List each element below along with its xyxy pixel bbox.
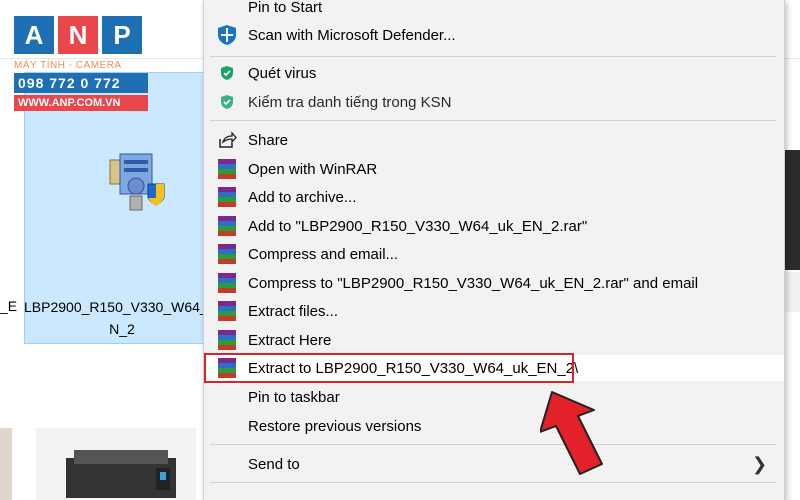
chevron-right-icon: ❯ (752, 453, 768, 474)
menu-item-add-to-archive[interactable]: Add to archive... (204, 184, 784, 210)
printer-thumbnail (36, 428, 196, 500)
logo-phone: 098 772 0 772 (14, 73, 148, 93)
logo-subtitle: MÁY TÍNH - CAMERA (14, 60, 122, 71)
menu-item-extract-files[interactable]: Extract files... (204, 298, 784, 324)
menu-item-scan-defender[interactable]: Scan with Microsoft Defender... (204, 22, 784, 48)
left-thumbnail-fragment (0, 428, 12, 500)
winrar-icon (216, 215, 238, 237)
menu-separator (210, 56, 776, 57)
kaspersky-shield-icon (216, 62, 238, 84)
menu-item-extract-here[interactable]: Extract Here (204, 327, 784, 353)
menu-item-compress-email[interactable]: Compress and email... (204, 241, 784, 267)
menu-item-pin-to-start[interactable]: Pin to Start (204, 0, 784, 20)
installer-file-icon (109, 153, 165, 211)
logo-letter-a: A (14, 16, 54, 54)
menu-item-restore-versions[interactable]: Restore previous versions (204, 413, 784, 439)
menu-separator (210, 120, 776, 121)
menu-item-compress-to-rar-email[interactable]: Compress to "LBP2900_R150_V330_W64_uk_EN… (204, 270, 784, 296)
menu-item-quet-virus[interactable]: Quét virus (204, 60, 784, 86)
share-icon (216, 129, 238, 151)
selected-file-name: LBP2900_R150_V330_W64_uk_E N_2 (24, 299, 240, 337)
winrar-icon (216, 186, 238, 208)
background-window-fragment-2 (784, 272, 800, 312)
kaspersky-shield-icon (216, 91, 238, 113)
previous-file-label: _E (0, 298, 18, 314)
winrar-icon (216, 243, 238, 265)
logo-letter-p: P (102, 16, 142, 54)
defender-shield-icon (216, 24, 238, 46)
red-pointer-arrow (540, 391, 603, 475)
winrar-icon (216, 272, 238, 294)
anp-logo: A N P MÁY TÍNH - CAMERA 098 772 0 772 WW… (14, 16, 150, 111)
menu-separator (210, 444, 776, 445)
highlight-box (204, 353, 574, 383)
background-window-fragment (784, 150, 800, 270)
menu-item-share[interactable]: Share (204, 127, 784, 153)
menu-item-open-winrar[interactable]: Open with WinRAR (204, 156, 784, 182)
winrar-icon (216, 329, 238, 351)
logo-letter-n: N (58, 16, 98, 54)
context-menu: Pin to Start Scan with Microsoft Defende… (203, 0, 785, 500)
menu-item-ksn-reputation[interactable]: Kiểm tra danh tiếng trong KSN (204, 89, 784, 115)
menu-item-send-to[interactable]: Send to ❯ (204, 451, 784, 477)
winrar-icon (216, 158, 238, 180)
winrar-icon (216, 300, 238, 322)
menu-separator (210, 482, 776, 483)
menu-item-add-to-rar[interactable]: Add to "LBP2900_R150_V330_W64_uk_EN_2.ra… (204, 213, 784, 239)
logo-website: WWW.ANP.COM.VN (14, 95, 148, 111)
menu-item-pin-to-taskbar[interactable]: Pin to taskbar (204, 384, 784, 410)
